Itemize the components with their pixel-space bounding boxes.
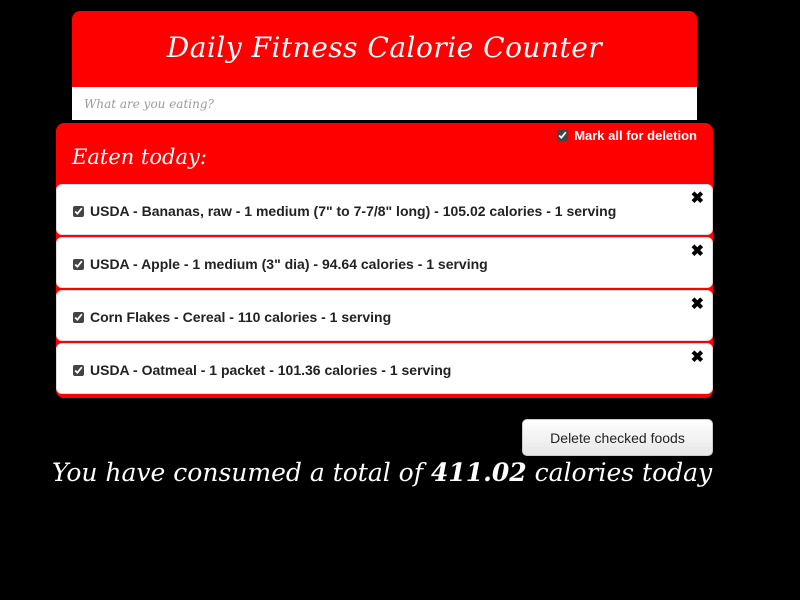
close-icon[interactable]: ✖ — [691, 348, 704, 368]
food-item-checkbox[interactable] — [73, 364, 84, 376]
app-header: Daily Fitness Calorie Counter — [72, 11, 697, 87]
summary-suffix: calories today — [534, 458, 713, 487]
delete-checked-button[interactable]: Delete checked foods — [522, 419, 713, 456]
food-item-row[interactable]: USDA - Oatmeal - 1 packet - 101.36 calor… — [73, 362, 451, 378]
food-item-label: USDA - Bananas, raw - 1 medium (7" to 7-… — [90, 203, 617, 219]
mark-all-toggle[interactable]: Mark all for deletion — [557, 128, 697, 143]
food-item-checkbox[interactable] — [73, 205, 84, 217]
food-item-label: Corn Flakes - Cereal - 110 calories - 1 … — [90, 309, 392, 325]
calorie-total-value: 411.02 — [430, 458, 527, 487]
food-item-checkbox[interactable] — [73, 311, 84, 323]
food-list-item: Corn Flakes - Cereal - 110 calories - 1 … — [56, 290, 713, 341]
food-item-label: USDA - Apple - 1 medium (3" dia) - 94.64… — [90, 256, 488, 272]
food-item-row[interactable]: USDA - Apple - 1 medium (3" dia) - 94.64… — [73, 256, 488, 272]
food-list-item: USDA - Oatmeal - 1 packet - 101.36 calor… — [56, 343, 713, 394]
food-list-item: USDA - Apple - 1 medium (3" dia) - 94.64… — [56, 237, 713, 288]
food-list-item: USDA - Bananas, raw - 1 medium (7" to 7-… — [56, 184, 713, 235]
calorie-total-summary: You have consumed a total of 411.02 calo… — [52, 458, 752, 487]
close-icon[interactable]: ✖ — [691, 242, 704, 262]
mark-all-label: Mark all for deletion — [574, 128, 697, 143]
close-icon[interactable]: ✖ — [691, 295, 704, 315]
food-item-label: USDA - Oatmeal - 1 packet - 101.36 calor… — [90, 362, 452, 378]
page-title: Daily Fitness Calorie Counter — [166, 31, 603, 64]
food-item-row[interactable]: Corn Flakes - Cereal - 110 calories - 1 … — [73, 309, 391, 325]
eaten-today-heading: Eaten today: — [72, 145, 207, 169]
food-search-input[interactable] — [72, 87, 697, 120]
close-icon[interactable]: ✖ — [691, 189, 704, 209]
food-item-row[interactable]: USDA - Bananas, raw - 1 medium (7" to 7-… — [73, 203, 616, 219]
summary-prefix: You have consumed a total of — [52, 458, 423, 487]
eaten-today-panel: Mark all for deletion Eaten today: USDA … — [56, 123, 713, 398]
food-item-checkbox[interactable] — [73, 258, 84, 270]
mark-all-checkbox[interactable] — [557, 130, 569, 141]
